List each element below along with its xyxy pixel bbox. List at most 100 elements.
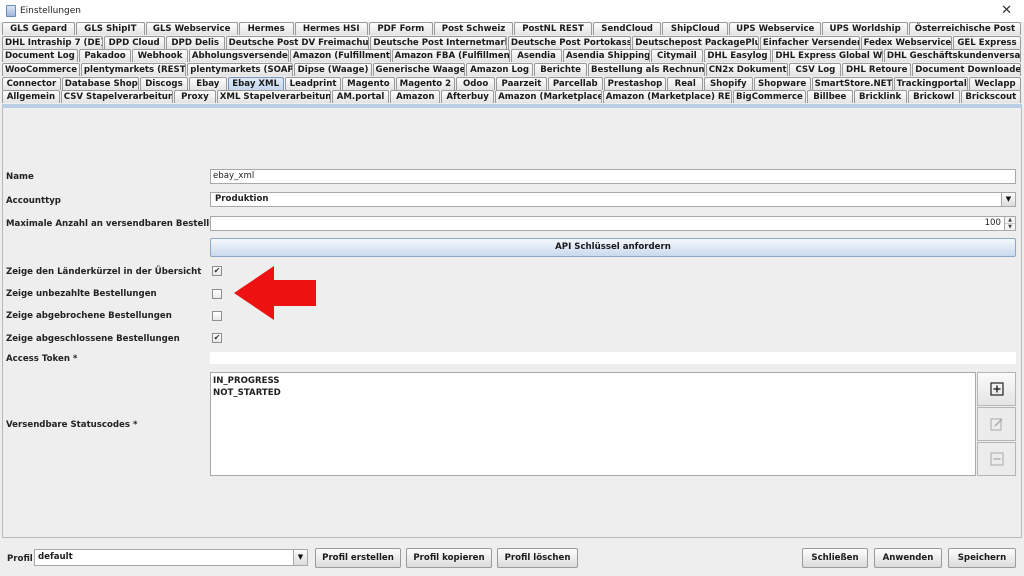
tab-prestashop[interactable]: Prestashop <box>603 76 667 90</box>
tab-gls-gepard[interactable]: GLS Gepard <box>2 22 76 35</box>
save-button[interactable]: Speichern <box>948 548 1016 568</box>
tab-amazon-fulfillment[interactable]: Amazon (Fulfillment) <box>289 49 391 63</box>
tab-brickscout[interactable]: Brickscout <box>960 90 1021 104</box>
chevron-down-icon[interactable]: ▼ <box>1001 193 1015 206</box>
tab-pakadoo[interactable]: Pakadoo <box>78 49 132 63</box>
tab-österreichische-post[interactable]: Österreichische Post <box>909 22 1021 35</box>
tab-bigcommerce[interactable]: BigCommerce <box>732 90 806 104</box>
tab-plentymarkets-soap[interactable]: plentymarkets (SOAP) <box>187 63 294 77</box>
tab-shopify[interactable]: Shopify <box>704 76 753 90</box>
tab-postnl-rest[interactable]: PostNL REST <box>514 22 592 35</box>
spinner-buttons[interactable]: ▲ ▼ <box>1004 217 1015 230</box>
checkbox-unpaid[interactable] <box>212 289 222 299</box>
tab-document-downloader[interactable]: Document Downloader <box>912 63 1021 77</box>
tab-fedex-webservice[interactable]: Fedex Webservice <box>860 35 953 49</box>
tab-amazon-marketplace[interactable]: Amazon (Marketplace) <box>495 90 602 104</box>
checkbox-cancelled[interactable] <box>212 311 222 321</box>
checkbox-completed[interactable]: ✔ <box>212 333 222 343</box>
tab-csv-stapelverarbeitung[interactable]: CSV Stapelverarbeitung <box>60 90 174 104</box>
tab-einfacher-versender[interactable]: Einfacher Versender <box>759 35 860 49</box>
tab-hermes-hsi[interactable]: Hermes HSI <box>294 22 368 35</box>
tab-dhl-intraship-7-de[interactable]: DHL Intraship 7 (DE) <box>2 35 103 49</box>
tab-sendcloud[interactable]: SendCloud <box>592 22 662 35</box>
tab-ebay[interactable]: Ebay <box>189 76 227 90</box>
tab-connector[interactable]: Connector <box>2 76 61 90</box>
tab-magento[interactable]: Magento <box>342 76 395 90</box>
tab-billbee[interactable]: Billbee <box>806 90 853 104</box>
tab-parcellab[interactable]: Parcellab <box>547 76 603 90</box>
tab-xml-stapelverarbeitung[interactable]: XML Stapelverarbeitung <box>216 90 331 104</box>
tab-leadprint[interactable]: Leadprint <box>284 76 342 90</box>
tab-ups-worldship[interactable]: UPS Worldship <box>822 22 908 35</box>
copy-profile-button[interactable]: Profil kopieren <box>406 548 492 568</box>
tab-paarzeit[interactable]: Paarzeit <box>496 76 547 90</box>
tab-pdf-form[interactable]: PDF Form <box>368 22 433 35</box>
tab-gel-express[interactable]: GEL Express <box>953 35 1021 49</box>
tab-gls-shipit[interactable]: GLS ShipIT <box>76 22 145 35</box>
close-icon[interactable]: ✕ <box>1001 3 1012 18</box>
tab-amazon[interactable]: Amazon <box>390 90 441 104</box>
checkbox-country-code[interactable]: ✔ <box>212 266 222 276</box>
list-item[interactable]: NOT_STARTED <box>213 387 973 399</box>
max-orders-spinner[interactable]: 100 ▲ ▼ <box>210 216 1016 231</box>
tab-document-log[interactable]: Document Log <box>2 49 78 63</box>
apply-button[interactable]: Anwenden <box>874 548 942 568</box>
tab-dhl-easylog[interactable]: DHL Easylog <box>703 49 772 63</box>
tab-bricklink[interactable]: Bricklink <box>853 90 907 104</box>
tab-deutsche-post-portokasse[interactable]: Deutsche Post Portokasse <box>507 35 632 49</box>
tab-citymail[interactable]: Citymail <box>651 49 703 63</box>
access-token-field[interactable] <box>210 352 1016 364</box>
tab-deutsche-post-internetmarke[interactable]: Deutsche Post Internetmarke <box>370 35 507 49</box>
tab-database-shop[interactable]: Database Shop <box>61 76 139 90</box>
delete-profile-button[interactable]: Profil löschen <box>497 548 578 568</box>
tab-dhl-express-global-ws[interactable]: DHL Express Global WS <box>772 49 883 63</box>
tab-shopware[interactable]: Shopware <box>753 76 811 90</box>
api-key-button[interactable]: API Schlüssel anfordern <box>210 238 1016 257</box>
tab-webhook[interactable]: Webhook <box>132 49 188 63</box>
tab-csv-log[interactable]: CSV Log <box>789 63 842 77</box>
tab-discogs[interactable]: Discogs <box>139 76 189 90</box>
tab-smartstore-net[interactable]: SmartStore.NET <box>811 76 893 90</box>
tab-woocommerce[interactable]: WooCommerce <box>2 63 80 77</box>
spinner-down-icon[interactable]: ▼ <box>1005 223 1015 230</box>
edit-status-button[interactable] <box>977 407 1016 441</box>
create-profile-button[interactable]: Profil erstellen <box>315 548 401 568</box>
add-status-button[interactable] <box>977 372 1016 406</box>
tab-dpd-delis[interactable]: DPD Delis <box>165 35 225 49</box>
tab-weclapp[interactable]: Weclapp <box>969 76 1021 90</box>
name-field[interactable]: ebay_xml <box>210 169 1016 184</box>
tab-afterbuy[interactable]: Afterbuy <box>441 90 495 104</box>
tab-dhl-geschäftskundenversand[interactable]: DHL Geschäftskundenversand <box>883 49 1021 63</box>
accounttyp-select[interactable]: Produktion ▼ <box>210 192 1016 207</box>
tab-generische-waage[interactable]: Generische Waage <box>372 63 465 77</box>
tab-asendia[interactable]: Asendia <box>511 49 562 63</box>
tab-berichte[interactable]: Berichte <box>534 63 587 77</box>
tab-dpd-cloud[interactable]: DPD Cloud <box>103 35 165 49</box>
tab-shipcloud[interactable]: ShipCloud <box>662 22 729 35</box>
tab-amazon-fba-fulfillment[interactable]: Amazon FBA (Fulfillment) <box>391 49 511 63</box>
list-item[interactable]: IN_PROGRESS <box>213 375 973 387</box>
tab-trackingportal[interactable]: Trackingportal <box>893 76 969 90</box>
tab-asendia-shipping[interactable]: Asendia Shipping <box>562 49 651 63</box>
tab-real[interactable]: Real <box>667 76 704 90</box>
profile-select[interactable]: default ▼ <box>34 549 308 566</box>
tab-deutschepost-packageplus[interactable]: Deutschepost PackagePlus <box>632 35 759 49</box>
status-codes-list[interactable]: IN_PROGRESS NOT_STARTED <box>210 372 976 476</box>
tab-am-portal[interactable]: AM.portal <box>331 90 390 104</box>
tab-odoo[interactable]: Odoo <box>456 76 496 90</box>
chevron-down-icon[interactable]: ▼ <box>293 550 307 565</box>
tab-deutsche-post-dv-freimachung[interactable]: Deutsche Post DV Freimachung <box>225 35 370 49</box>
tab-abholungsversender[interactable]: Abholungsversender <box>188 49 289 63</box>
remove-status-button[interactable] <box>977 442 1016 476</box>
tab-hermes[interactable]: Hermes <box>238 22 294 35</box>
tab-dipse-waage[interactable]: Dipse (Waage) <box>294 63 372 77</box>
tab-allgemein[interactable]: Allgemein <box>2 90 60 104</box>
tab-bestellung-als-rechnung[interactable]: Bestellung als Rechnung <box>587 63 705 77</box>
tab-post-schweiz[interactable]: Post Schweiz <box>433 22 514 35</box>
tab-dhl-retoure[interactable]: DHL Retoure <box>842 63 912 77</box>
tab-ups-webservice[interactable]: UPS Webservice <box>729 22 822 35</box>
tab-amazon-log[interactable]: Amazon Log <box>465 63 534 77</box>
tab-cn2x-dokument[interactable]: CN2x Dokument <box>705 63 789 77</box>
tab-ebay-xml[interactable]: Ebay XML <box>227 76 284 90</box>
tab-proxy[interactable]: Proxy <box>174 90 216 104</box>
